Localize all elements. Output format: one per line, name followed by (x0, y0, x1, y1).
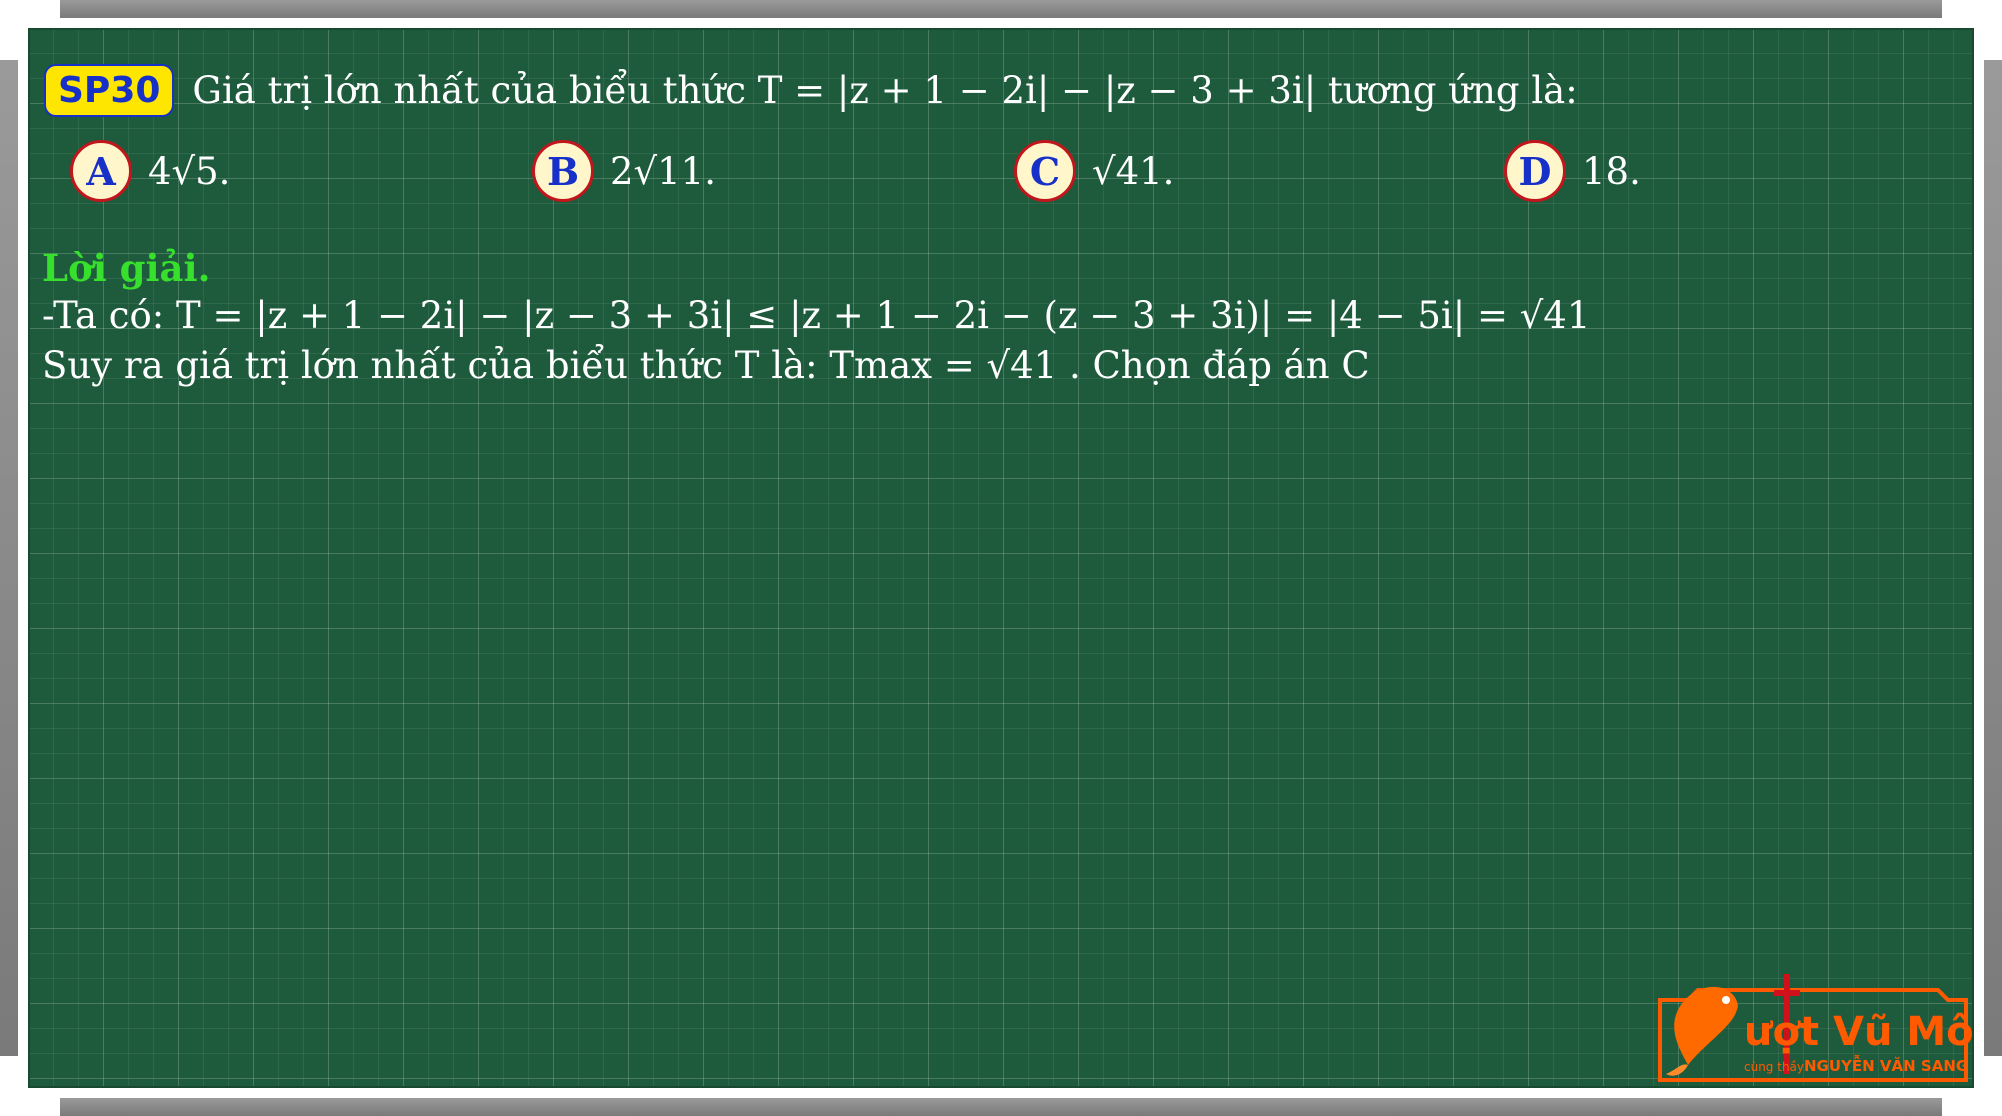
option-c-value: √41. (1092, 149, 1175, 193)
option-b[interactable]: B 2√11. (532, 140, 716, 202)
logo-title: ượt Vũ Môn (1744, 1009, 1974, 1055)
option-d-value: 18. (1582, 149, 1641, 193)
option-c[interactable]: C √41. (1014, 140, 1174, 202)
question-row: SP30 Giá trị lớn nhất của biểu thức T = … (44, 64, 1578, 117)
frame-rail-right (1984, 60, 2002, 1056)
logo-subtitle-small: cùng thầy (1744, 1060, 1804, 1074)
solution-line-1: -Ta có: T = |z + 1 − 2i| − |z − 3 + 3i| … (42, 294, 1591, 337)
question-badge: SP30 (44, 64, 175, 117)
chalkboard: SP30 Giá trị lớn nhất của biểu thức T = … (28, 28, 1974, 1088)
frame-rail-top (60, 0, 1942, 18)
option-c-letter: C (1014, 140, 1076, 202)
option-b-value: 2√11. (610, 149, 716, 193)
frame-rail-left (0, 60, 18, 1056)
question-text: Giá trị lớn nhất của biểu thức T = |z + … (192, 69, 1578, 112)
option-a[interactable]: A 4√5. (70, 140, 230, 202)
option-d[interactable]: D 18. (1504, 140, 1641, 202)
solution-heading: Lời giải. (42, 246, 211, 290)
option-d-letter: D (1504, 140, 1566, 202)
board-frame: SP30 Giá trị lớn nhất của biểu thức T = … (0, 0, 2002, 1116)
frame-rail-bottom (60, 1098, 1942, 1116)
option-a-letter: A (70, 140, 132, 202)
option-a-value: 4√5. (148, 149, 231, 193)
logo-subtitle-name: NGUYỄN VĂN SANG (1804, 1054, 1968, 1075)
solution-line-2: Suy ra giá trị lớn nhất của biểu thức T … (42, 344, 1370, 387)
vu-mon-logo: ượt Vũ Môn cùng thầy NGUYỄN VĂN SANG (1658, 974, 1974, 1082)
option-b-letter: B (532, 140, 594, 202)
options-row: A 4√5. B 2√11. C √41. D 18. (28, 140, 1974, 210)
board-content: SP30 Giá trị lớn nhất của biểu thức T = … (28, 28, 1974, 1088)
